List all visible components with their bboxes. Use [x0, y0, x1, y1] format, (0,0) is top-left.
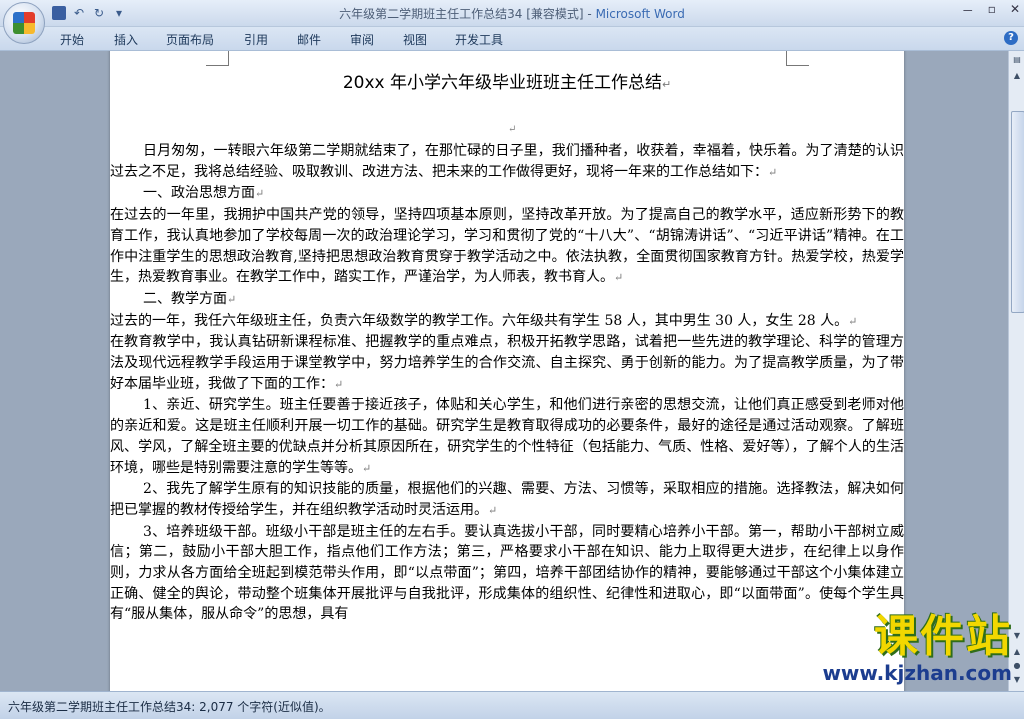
app-name: Microsoft Word: [595, 7, 685, 21]
scroll-down-icon[interactable]: ▼: [1010, 629, 1024, 643]
paragraph-text: 过去的一年，我任六年级班主任，负责六年级数学的教学工作。六年级共有学生 58 人…: [110, 312, 849, 329]
crop-mark-right: [786, 51, 809, 66]
paragraph-text: 二、教学方面: [143, 290, 227, 307]
paragraph-mark-icon: ↵: [508, 124, 517, 135]
window-controls: － ▫ ✕: [962, 2, 1020, 19]
next-page-icon[interactable]: ▼: [1010, 673, 1024, 687]
paragraph-mark-icon: ↵: [362, 461, 372, 475]
paragraph-text: 一、政治思想方面: [143, 185, 255, 202]
status-bar: 六年级第二学期班主任工作总结34: 2,077 个字符(近似值)。: [0, 691, 1024, 719]
paragraph-mark-icon: ↵: [661, 78, 672, 91]
paragraph: 2、我先了解学生原有的知识技能的质量，根据他们的兴趣、需要、方法、习惯等，采取相…: [110, 479, 904, 521]
paragraph-mark-icon: ↵: [614, 271, 624, 285]
title-separator: -: [583, 7, 596, 21]
paragraph-mark-icon: ↵: [488, 503, 498, 517]
scroll-up-icon[interactable]: ▲: [1010, 69, 1024, 83]
paragraph: 在教育教学中，我认真钻研新课程标准、把握教学的重点难点，积极开拓教学思路，试着把…: [110, 332, 904, 395]
close-icon[interactable]: ✕: [1010, 2, 1020, 19]
window-title: 六年级第二学期班主任工作总结34 [兼容模式] - Microsoft Word: [0, 5, 1024, 22]
paragraph: 过去的一年，我任六年级班主任，负责六年级数学的教学工作。六年级共有学生 58 人…: [110, 311, 904, 333]
tab-developer[interactable]: 开发工具: [455, 31, 503, 48]
ribbon-tabs: 开始 插入 页面布局 引用 邮件 审阅 视图 开发工具 ?: [0, 27, 1024, 51]
office-button[interactable]: [3, 2, 45, 44]
document-page[interactable]: 20xx 年小学六年级毕业班班主任工作总结↵ ↵ 日月匆匆，一转眼六年级第二学期…: [110, 51, 904, 691]
tab-mailings[interactable]: 邮件: [297, 31, 321, 48]
tab-references[interactable]: 引用: [244, 31, 268, 48]
section-heading: 一、政治思想方面↵: [110, 183, 904, 205]
paragraph-text: 3、培养班级干部。班级小干部是班主任的左右手。要认真选拔小干部，同时要精心培养小…: [110, 523, 904, 623]
document-body: 日月匆匆，一转眼六年级第二学期就结束了，在那忙碌的日子里，我们播种者，收获着，幸…: [110, 141, 904, 625]
watermark-url: www.kjzhan.com: [822, 661, 1012, 685]
watermark-logo-text: 课件站: [874, 611, 1012, 662]
crop-mark-left: [206, 51, 229, 66]
document-title: 20xx 年小学六年级毕业班班主任工作总结↵: [110, 71, 904, 97]
paragraph-mark-icon: ↵: [227, 292, 237, 306]
scroll-thumb[interactable]: [1011, 111, 1024, 313]
document-name: 六年级第二学期班主任工作总结34 [兼容模式]: [339, 7, 584, 21]
paragraph: 在过去的一年里，我拥护中国共产党的领导，坚持四项基本原则，坚持改革开放。为了提高…: [110, 205, 904, 289]
document-title-text: 20xx 年小学六年级毕业班班主任工作总结: [342, 73, 662, 93]
browse-object-icon[interactable]: ●: [1010, 659, 1024, 673]
maximize-icon[interactable]: ▫: [988, 2, 996, 19]
tab-page-layout[interactable]: 页面布局: [166, 31, 214, 48]
word-count-status[interactable]: 六年级第二学期班主任工作总结34: 2,077 个字符(近似值)。: [8, 698, 331, 715]
paragraph-text: 在过去的一年里，我拥护中国共产党的领导，坚持四项基本原则，坚持改革开放。为了提高…: [110, 207, 904, 286]
paragraph-text: 日月匆匆，一转眼六年级第二学期就结束了，在那忙碌的日子里，我们播种者，收获着，幸…: [110, 143, 904, 180]
tab-view[interactable]: 视图: [403, 31, 427, 48]
paragraph-mark-icon: ↵: [334, 377, 344, 391]
section-heading: 二、教学方面↵: [110, 289, 904, 311]
paragraph-text: 在教育教学中，我认真钻研新课程标准、把握教学的重点难点，积极开拓教学思路，试着把…: [110, 334, 904, 392]
title-bar: ↶ ↻ ▾ 六年级第二学期班主任工作总结34 [兼容模式] - Microsof…: [0, 0, 1024, 27]
paragraph-mark-icon: ↵: [255, 187, 265, 201]
tab-home[interactable]: 开始: [60, 31, 84, 48]
ruler-toggle-icon[interactable]: ▤: [1010, 53, 1024, 67]
paragraph: 1、亲近、研究学生。班主任要善于接近孩子，体贴和关心学生，和他们进行亲密的思想交…: [110, 395, 904, 479]
paragraph-mark-icon: ↵: [848, 314, 858, 328]
paragraph-text: 1、亲近、研究学生。班主任要善于接近孩子，体贴和关心学生，和他们进行亲密的思想交…: [110, 397, 904, 476]
tab-review[interactable]: 审阅: [350, 31, 374, 48]
help-icon[interactable]: ?: [1004, 31, 1018, 45]
paragraph-text: 2、我先了解学生原有的知识技能的质量，根据他们的兴趣、需要、方法、习惯等，采取相…: [110, 481, 904, 518]
paragraph: 3、培养班级干部。班级小干部是班主任的左右手。要认真选拔小干部，同时要精心培养小…: [110, 522, 904, 626]
office-logo-icon: [13, 12, 35, 34]
document-area: 20xx 年小学六年级毕业班班主任工作总结↵ ↵ 日月匆匆，一转眼六年级第二学期…: [0, 51, 1008, 691]
previous-page-icon[interactable]: ▲: [1010, 645, 1024, 659]
watermark: 课件站 www.kjzhan.com: [764, 611, 1012, 685]
vertical-scrollbar[interactable]: ▤ ▲ ▼ ▲ ● ▼: [1008, 51, 1024, 691]
paragraph-mark-icon: ↵: [768, 165, 778, 179]
minimize-icon[interactable]: －: [962, 2, 974, 19]
tab-insert[interactable]: 插入: [114, 31, 138, 48]
paragraph: 日月匆匆，一转眼六年级第二学期就结束了，在那忙碌的日子里，我们播种者，收获着，幸…: [110, 141, 904, 183]
